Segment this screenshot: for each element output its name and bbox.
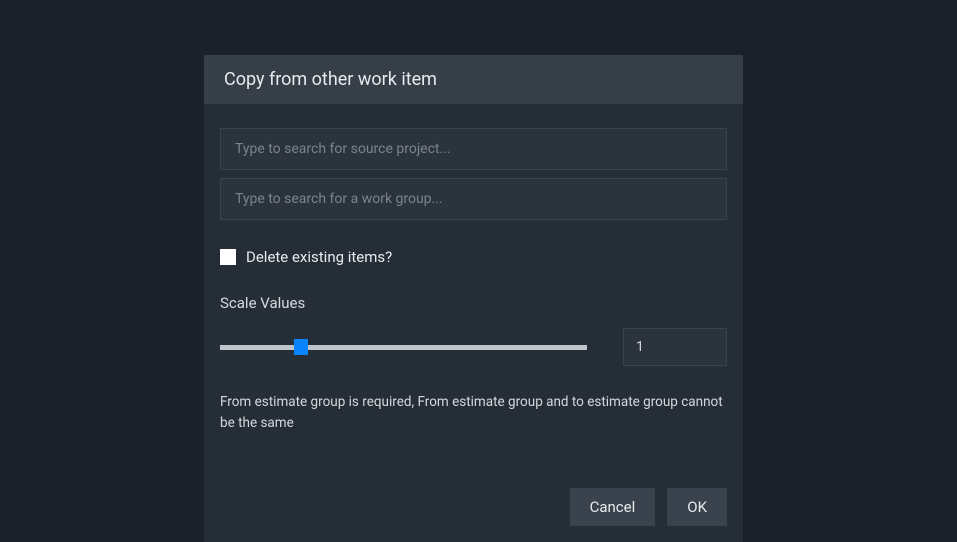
validation-error-text: From estimate group is required, From es… bbox=[220, 392, 727, 434]
dialog-footer: Cancel OK bbox=[204, 470, 743, 542]
dialog-body: Delete existing items? Scale Values From… bbox=[204, 104, 743, 450]
delete-existing-row: Delete existing items? bbox=[220, 248, 727, 266]
dialog-title: Copy from other work item bbox=[204, 55, 743, 104]
delete-existing-label: Delete existing items? bbox=[246, 248, 392, 266]
scale-value-input[interactable] bbox=[623, 328, 727, 366]
slider-track bbox=[220, 345, 587, 350]
slider-thumb[interactable] bbox=[294, 339, 308, 355]
scale-values-label: Scale Values bbox=[220, 294, 727, 312]
scale-slider[interactable] bbox=[220, 339, 587, 355]
source-project-search-input[interactable] bbox=[220, 128, 727, 170]
copy-work-item-dialog: Copy from other work item Delete existin… bbox=[204, 55, 743, 542]
scale-row bbox=[220, 328, 727, 366]
cancel-button[interactable]: Cancel bbox=[570, 488, 656, 526]
ok-button[interactable]: OK bbox=[667, 488, 727, 526]
delete-existing-checkbox[interactable] bbox=[220, 249, 236, 265]
work-group-search-input[interactable] bbox=[220, 178, 727, 220]
